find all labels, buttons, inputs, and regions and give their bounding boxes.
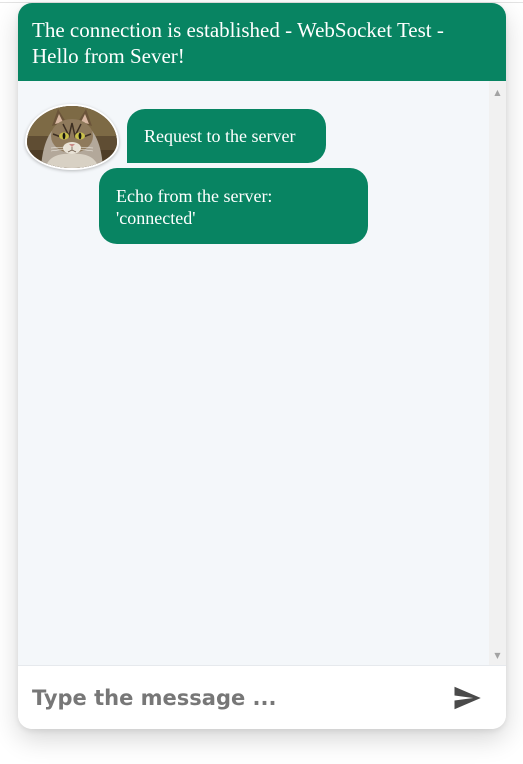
connection-status-line-1: The connection is established - WebSocke… — [32, 18, 444, 42]
chat-window: The connection is established - WebSocke… — [18, 3, 506, 729]
incoming-message-bubble: Echo from the server: 'connected' — [99, 168, 368, 244]
scroll-up-arrow-icon[interactable]: ▲ — [489, 86, 506, 100]
chat-header: The connection is established - WebSocke… — [18, 3, 506, 81]
send-button[interactable] — [450, 683, 484, 713]
incoming-message-text-line-1: Echo from the server: — [116, 186, 273, 206]
paper-plane-send-icon — [454, 686, 481, 710]
cat-avatar — [25, 104, 119, 170]
incoming-message-text-line-2: 'connected' — [116, 208, 196, 228]
message-list-scrollbar[interactable]: ▲ ▼ — [489, 81, 506, 665]
message-list[interactable]: Request to the server Echo from the serv… — [18, 81, 506, 665]
outgoing-message-text: Request to the server — [144, 126, 296, 146]
outgoing-message-bubble: Request to the server — [127, 109, 326, 163]
message-composer — [18, 665, 506, 729]
scroll-down-arrow-icon[interactable]: ▼ — [489, 649, 506, 663]
message-input[interactable] — [18, 666, 438, 729]
connection-status-line-2: Hello from Sever! — [32, 44, 185, 68]
cat-avatar-image — [27, 106, 117, 168]
